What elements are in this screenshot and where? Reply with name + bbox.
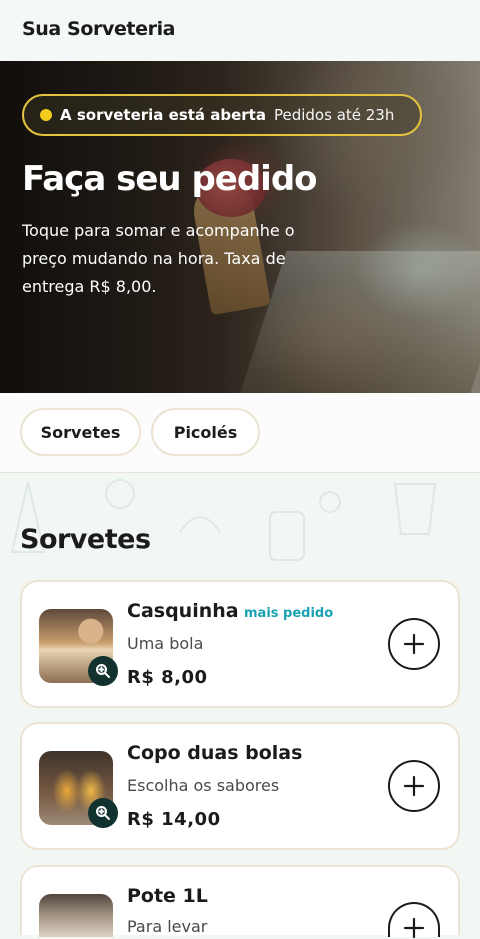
hero-title: Faça seu pedido (22, 159, 318, 199)
tab-sorvetes[interactable]: Sorvetes (20, 408, 141, 456)
product-image[interactable] (39, 894, 113, 937)
add-to-cart-button[interactable] (388, 618, 440, 670)
product-price: R$ 8,00 (127, 667, 208, 688)
product-description: Para levar (127, 917, 208, 936)
tab-picoles[interactable]: Picolés (151, 408, 260, 456)
zoom-in-icon[interactable] (88, 798, 118, 828)
product-card-copo-duas-bolas[interactable]: Copo duas bolas Escolha os sabores R$ 14… (20, 722, 460, 850)
add-to-cart-button[interactable] (388, 760, 440, 812)
section-title: Sorvetes (20, 524, 151, 555)
plus-icon (403, 633, 425, 655)
zoom-in-icon[interactable] (88, 656, 118, 686)
plus-icon (403, 775, 425, 797)
popular-badge: mais pedido (244, 606, 334, 621)
top-bar: Sua Sorveteria (0, 0, 480, 61)
hero-banner: A sorveteria está aberta Pedidos até 23h… (0, 61, 480, 393)
product-description: Escolha os sabores (127, 776, 280, 795)
product-name: Copo duas bolas (127, 742, 303, 764)
product-card-casquinha[interactable]: Casquinha mais pedido Uma bola R$ 8,00 (20, 580, 460, 708)
brand-name[interactable]: Sua Sorveteria (22, 18, 176, 40)
status-hours-text: Pedidos até 23h (273, 106, 395, 124)
product-card-pote-1l[interactable]: Pote 1L Para levar (20, 865, 460, 939)
product-description: Uma bola (127, 634, 204, 653)
product-name: Casquinha (127, 600, 239, 622)
category-tabs: Sorvetes Picolés (0, 393, 480, 473)
hero-subtitle: Toque para somar e acompanhe o preço mud… (22, 221, 295, 296)
store-status-badge: A sorveteria está aberta Pedidos até 23h (22, 94, 422, 136)
plus-icon (403, 917, 425, 939)
add-to-cart-button[interactable] (388, 902, 440, 939)
product-name: Pote 1L (127, 885, 208, 907)
status-dot-icon (40, 109, 52, 121)
product-price: R$ 14,00 (127, 809, 221, 830)
status-open-text: A sorveteria está aberta (60, 106, 266, 124)
